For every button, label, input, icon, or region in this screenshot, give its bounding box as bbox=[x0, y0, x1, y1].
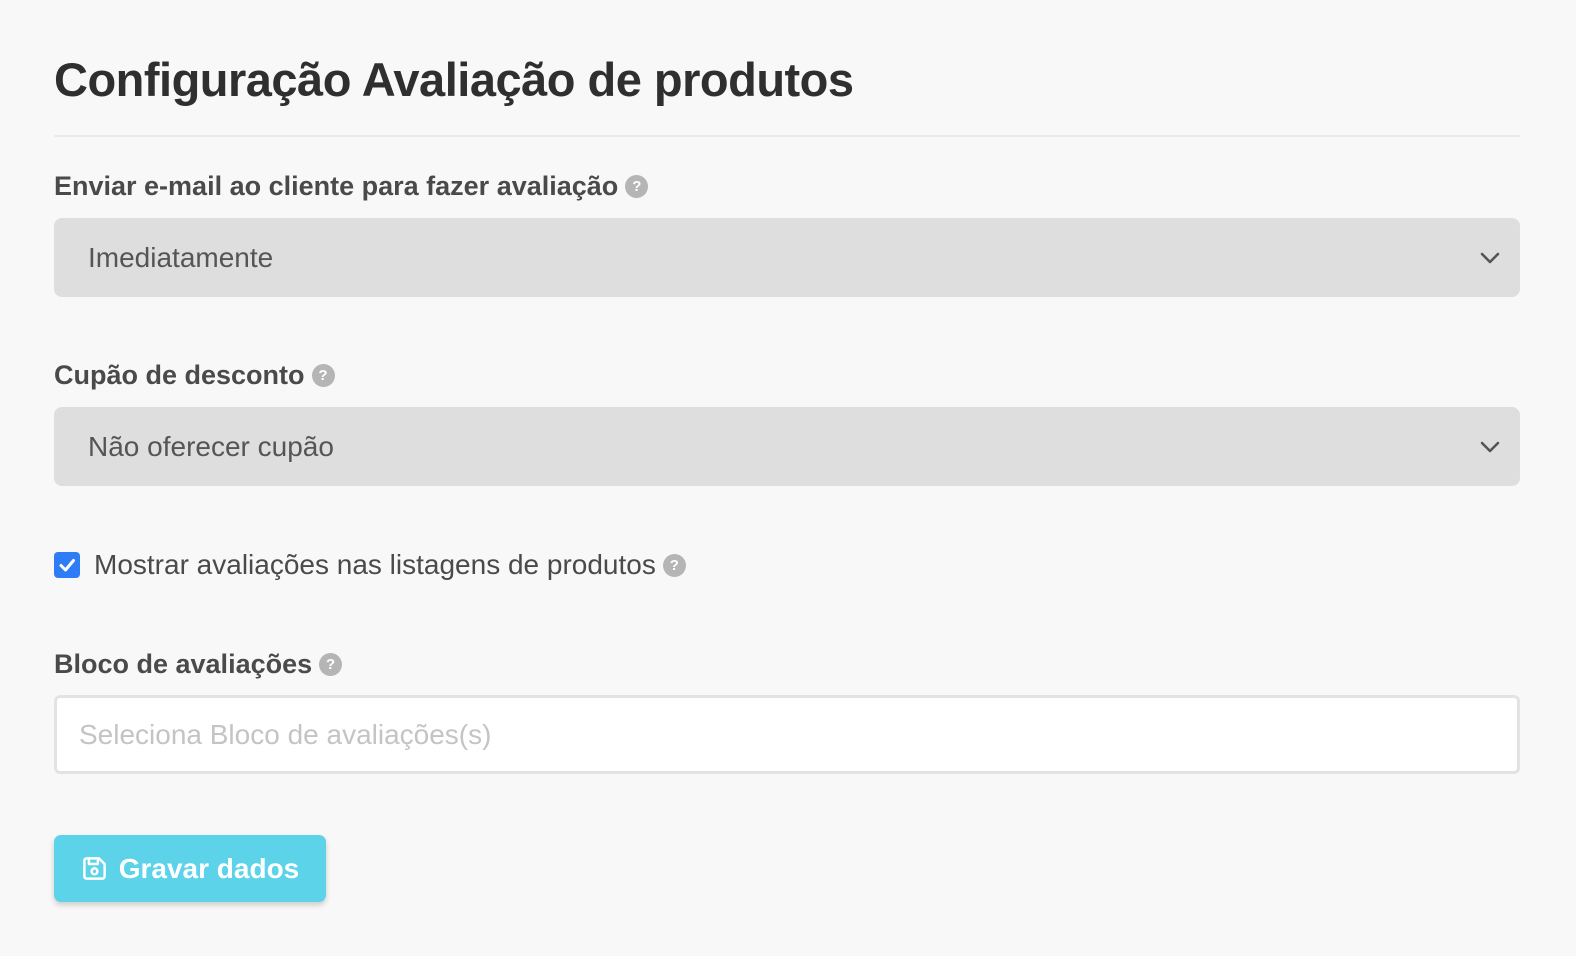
show-reviews-row: Mostrar avaliações nas listagens de prod… bbox=[54, 549, 686, 581]
help-icon[interactable]: ? bbox=[662, 553, 686, 577]
save-icon bbox=[82, 857, 106, 880]
help-icon[interactable]: ? bbox=[311, 364, 335, 387]
show-reviews-label[interactable]: Mostrar avaliações nas listagens de prod… bbox=[94, 549, 656, 581]
chevron-down-icon bbox=[1480, 252, 1500, 263]
review-block-label: Bloco de avaliações ? bbox=[54, 649, 343, 680]
review-block-input[interactable] bbox=[54, 695, 1520, 774]
send-email-selected-value: Imediatamente bbox=[88, 241, 274, 273]
coupon-label: Cupão de desconto ? bbox=[54, 360, 335, 391]
title-divider bbox=[54, 135, 1520, 137]
coupon-select[interactable]: Não oferecer cupão bbox=[54, 407, 1520, 486]
send-email-label: Enviar e-mail ao cliente para fazer aval… bbox=[54, 171, 649, 202]
page-title: Configuração Avaliação de produtos bbox=[54, 53, 854, 106]
show-reviews-checkbox[interactable] bbox=[54, 552, 80, 578]
help-icon[interactable]: ? bbox=[625, 175, 649, 198]
send-email-select[interactable]: Imediatamente bbox=[54, 218, 1520, 297]
chevron-down-icon bbox=[1480, 441, 1500, 452]
send-email-label-text: Enviar e-mail ao cliente para fazer aval… bbox=[54, 171, 619, 201]
coupon-label-text: Cupão de desconto bbox=[54, 360, 305, 390]
save-button[interactable]: Gravar dados bbox=[54, 835, 326, 902]
help-icon[interactable]: ? bbox=[319, 653, 343, 676]
save-button-label: Gravar dados bbox=[118, 852, 300, 884]
checkmark-icon bbox=[59, 559, 75, 572]
coupon-selected-value: Não oferecer cupão bbox=[88, 430, 334, 462]
review-block-label-text: Bloco de avaliações bbox=[54, 649, 313, 679]
